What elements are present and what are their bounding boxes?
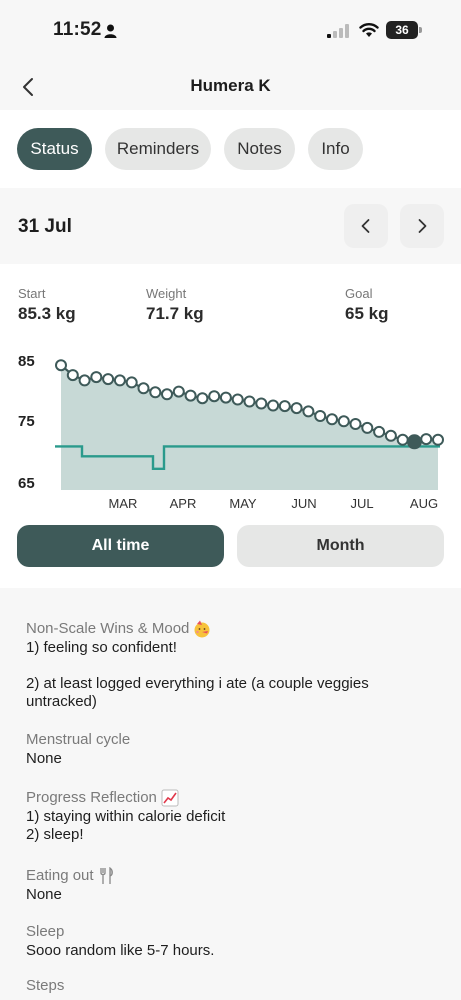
- y-tick-label: 65: [18, 475, 35, 492]
- check-in-notes: Non-Scale Wins & Mood 1) feeling so conf…: [0, 600, 461, 1000]
- wifi-icon: [359, 23, 379, 37]
- cycle-value: None: [26, 750, 62, 767]
- weight-point[interactable]: [420, 433, 433, 446]
- tab-notes[interactable]: Notes: [224, 128, 295, 170]
- weight-point[interactable]: [113, 374, 126, 387]
- tab-reminders[interactable]: Reminders: [105, 128, 211, 170]
- current-date: 31 Jul: [18, 216, 72, 237]
- current-weight-point[interactable]: [406, 434, 422, 450]
- weight-point[interactable]: [326, 413, 338, 426]
- weight-point[interactable]: [231, 393, 244, 406]
- reflection-label: Progress Reflection: [26, 789, 157, 806]
- weight-chart-card: Start 85.3 kg Weight 71.7 kg Goal 65 kg …: [0, 264, 461, 588]
- month-button[interactable]: Month: [237, 525, 444, 567]
- goal-value: 65 kg: [345, 304, 389, 323]
- next-date-button[interactable]: [400, 204, 444, 248]
- weight-point[interactable]: [161, 388, 173, 401]
- eating-out-section: Eating out None: [26, 866, 436, 904]
- weight-point[interactable]: [396, 433, 409, 446]
- weight-point[interactable]: [196, 392, 209, 405]
- weight-label: Weight: [146, 286, 187, 301]
- tab-info[interactable]: Info: [308, 128, 363, 170]
- weight-point[interactable]: [102, 373, 115, 386]
- weight-point[interactable]: [337, 415, 350, 428]
- sleep-label: Sleep: [26, 923, 65, 940]
- weight-point[interactable]: [314, 410, 327, 422]
- weight-point[interactable]: [219, 391, 232, 404]
- weight-point[interactable]: [184, 389, 197, 402]
- weight-point[interactable]: [208, 390, 221, 403]
- wins-value: 1) feeling so confident! 2) at least log…: [26, 639, 369, 710]
- weight-point[interactable]: [267, 399, 280, 412]
- x-tick-label: JUN: [291, 496, 316, 511]
- clock-time: 11:52: [53, 19, 102, 40]
- weight-point[interactable]: [290, 402, 303, 415]
- eating-value: None: [26, 886, 62, 903]
- partying-face-icon: [194, 620, 210, 638]
- weight-point[interactable]: [90, 371, 103, 384]
- wins-section: Non-Scale Wins & Mood 1) feeling so conf…: [26, 619, 436, 711]
- weight-point[interactable]: [149, 386, 162, 399]
- fork-knife-icon: [99, 867, 113, 884]
- previous-date-button[interactable]: [344, 204, 388, 248]
- signal-icon: [327, 24, 349, 38]
- reflection-section: Progress Reflection 1) staying within ca…: [26, 788, 436, 844]
- weight-chart: 85 75 65 MAR APR MAY JUN JUL AUG: [18, 353, 444, 511]
- nav-header: Humera K: [0, 62, 461, 110]
- chevron-left-icon[interactable]: [18, 76, 40, 98]
- cycle-label: Menstrual cycle: [26, 731, 131, 748]
- weight-point[interactable]: [278, 400, 291, 413]
- x-tick-label: APR: [170, 496, 197, 511]
- weight-value: 71.7 kg: [146, 304, 204, 323]
- weight-point[interactable]: [384, 429, 397, 442]
- eating-label: Eating out: [26, 867, 94, 884]
- wins-label: Non-Scale Wins & Mood: [26, 620, 190, 637]
- battery-icon: 36: [386, 21, 422, 39]
- y-tick-label: 85: [18, 353, 35, 370]
- start-value: 85.3 kg: [18, 304, 76, 323]
- all-time-button[interactable]: All time: [17, 525, 224, 567]
- weight-point[interactable]: [125, 376, 138, 389]
- chevron-right-icon: [418, 219, 427, 233]
- x-tick-label: AUG: [410, 496, 438, 511]
- weight-point[interactable]: [373, 425, 386, 438]
- chevron-left-icon: [361, 219, 370, 233]
- date-navigator: 31 Jul: [0, 188, 461, 264]
- weight-point[interactable]: [66, 369, 79, 382]
- sleep-value: Sooo random like 5-7 hours.: [26, 942, 215, 959]
- steps-label: Steps: [26, 977, 65, 994]
- page-title: Humera K: [190, 76, 271, 95]
- weight-point[interactable]: [55, 359, 67, 372]
- x-tick-label: MAR: [109, 496, 138, 511]
- weight-point[interactable]: [349, 418, 362, 430]
- sleep-section: Sleep Sooo random like 5-7 hours.: [26, 922, 436, 960]
- status-bar: 11:52 36: [0, 0, 461, 62]
- weight-point[interactable]: [243, 395, 256, 408]
- weight-point[interactable]: [137, 382, 150, 395]
- weight-point[interactable]: [361, 421, 374, 434]
- weight-point[interactable]: [255, 397, 268, 410]
- goal-label: Goal: [345, 286, 373, 301]
- x-tick-label: MAY: [229, 496, 257, 511]
- battery-level: 36: [386, 21, 418, 39]
- start-label: Start: [18, 286, 46, 301]
- weight-point[interactable]: [172, 385, 185, 398]
- y-tick-label: 75: [18, 413, 35, 430]
- weight-point[interactable]: [302, 405, 315, 418]
- x-tick-label: JUL: [350, 496, 373, 511]
- tab-status[interactable]: Status: [17, 128, 92, 170]
- weight-point[interactable]: [432, 433, 444, 446]
- cycle-section: Menstrual cycle None: [26, 730, 436, 768]
- person-icon: [104, 24, 117, 38]
- tab-bar: Status Reminders Notes Info: [0, 110, 461, 188]
- steps-section: Steps: [26, 976, 436, 996]
- chart-increasing-icon: [161, 789, 179, 807]
- weight-point[interactable]: [78, 374, 91, 387]
- reflection-value: 1) staying within calorie deficit 2) sle…: [26, 808, 226, 843]
